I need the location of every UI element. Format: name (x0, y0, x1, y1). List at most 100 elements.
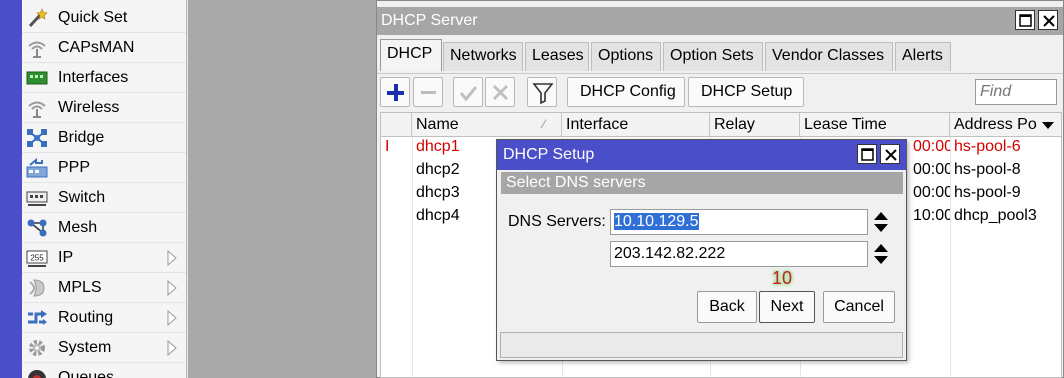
flag-cell (381, 159, 412, 182)
up-down-arrows-icon (874, 212, 888, 232)
submenu-arrow-icon (167, 249, 177, 267)
next-button[interactable]: Next (759, 291, 815, 323)
lease-time-cell: 00:00 (913, 161, 950, 178)
menu-label: IP (58, 249, 74, 266)
main-menu: Quick Set CAPsMAN Interfaces Wireless Br… (22, 0, 187, 378)
tab-dhcp[interactable]: DHCP (380, 39, 442, 71)
menu-item-quick-set[interactable]: Quick Set (22, 3, 186, 33)
sort-indicator-icon: ⁄ (543, 117, 546, 131)
table-header: Name ⁄ Interface Relay Lease Time Addres… (381, 113, 1061, 137)
dhcp-config-button[interactable]: DHCP Config (567, 77, 685, 107)
mesh-icon (26, 218, 48, 238)
close-button[interactable] (1038, 10, 1058, 30)
menu-label: Switch (58, 189, 106, 206)
address-pool-cell: dhcp_pool3 (954, 207, 1037, 224)
find-input[interactable] (975, 79, 1057, 105)
column-relay[interactable]: Relay (710, 113, 800, 137)
check-icon (459, 86, 478, 102)
submenu-arrow-icon (167, 339, 177, 357)
tab-leases[interactable]: Leases (525, 42, 589, 71)
menu-label: MPLS (58, 279, 102, 296)
tab-vendor-classes[interactable]: Vendor Classes (765, 42, 893, 71)
bridge-icon (26, 128, 48, 148)
dhcp-setup-dialog: DHCP Setup Select DNS servers DNS Server… (496, 139, 907, 361)
tab-networks[interactable]: Networks (443, 42, 523, 71)
dns-server-2-value: 203.142.82.222 (614, 245, 726, 262)
dns-server-2-input[interactable]: 203.142.82.222 (610, 241, 868, 267)
menu-item-mpls[interactable]: MPLS (22, 273, 186, 303)
wand-icon (26, 8, 48, 28)
cancel-button[interactable]: Cancel (823, 291, 895, 323)
dropdown-arrow-icon (1042, 122, 1054, 129)
menu-label: CAPsMAN (58, 39, 135, 56)
column-interface[interactable]: Interface (562, 113, 710, 137)
ip-icon: 255 (26, 248, 48, 268)
dns-server-1-input[interactable]: 10.10.129.5 (610, 209, 868, 235)
menu-item-wireless[interactable]: Wireless (22, 93, 186, 123)
dialog-maximize-button[interactable] (857, 144, 877, 164)
dialog-title: DHCP Setup (503, 146, 595, 163)
menu-item-switch[interactable]: Switch (22, 183, 186, 213)
filter-button[interactable] (527, 77, 557, 107)
up-down-arrows-icon (874, 244, 888, 264)
column-menu-button[interactable] (1037, 116, 1059, 134)
menu-label: Quick Set (58, 9, 128, 26)
x-icon (492, 84, 509, 101)
tab-bar: DHCP Networks Leases Options Option Sets… (377, 39, 1063, 71)
menu-label: Routing (58, 309, 114, 326)
lease-time-cell: 00:00 (913, 138, 950, 155)
address-pool-cell: hs-pool-8 (954, 161, 1021, 178)
menu-label: Queues (58, 369, 115, 378)
enable-button[interactable] (453, 77, 483, 107)
switch-icon (26, 188, 48, 208)
dialog-step-heading: Select DNS servers (501, 172, 903, 194)
tab-alerts[interactable]: Alerts (895, 42, 951, 71)
dialog-title-bar[interactable]: DHCP Setup (497, 140, 906, 170)
column-lease-time[interactable]: Lease Time (800, 113, 950, 137)
maximize-icon (1019, 14, 1032, 27)
add-button[interactable] (380, 77, 410, 107)
close-icon (1043, 15, 1055, 27)
window-title-bar[interactable]: DHCP Server (377, 7, 1063, 35)
winbox-side-strip (0, 0, 22, 378)
menu-item-ppp[interactable]: PPP (22, 153, 186, 183)
minus-icon (421, 91, 436, 94)
menu-item-interfaces[interactable]: Interfaces (22, 63, 186, 93)
dialog-close-button[interactable] (880, 144, 900, 164)
step-number-annotation: 10 (771, 268, 793, 288)
plus-icon (387, 84, 404, 101)
menu-item-bridge[interactable]: Bridge (22, 123, 186, 153)
flag-cell: I (385, 138, 390, 155)
column-flag[interactable] (381, 113, 412, 137)
dns-server-2-updown-button[interactable] (872, 241, 890, 267)
wifi-icon (26, 98, 48, 118)
routing-icon (26, 308, 48, 328)
maximize-button[interactable] (1015, 10, 1035, 30)
flag-cell (381, 182, 412, 205)
dhcp-setup-button[interactable]: DHCP Setup (688, 77, 804, 107)
submenu-arrow-icon (167, 309, 177, 327)
toolbar: DHCP Config DHCP Setup (377, 73, 1063, 109)
menu-label: System (58, 339, 112, 356)
lease-time-cell: 10:00 (913, 207, 950, 224)
menu-label: PPP (58, 159, 91, 176)
menu-label: Interfaces (58, 69, 129, 86)
remove-button[interactable] (413, 77, 443, 107)
menu-item-system[interactable]: System (22, 333, 186, 363)
menu-item-capsman[interactable]: CAPsMAN (22, 33, 186, 63)
tab-option-sets[interactable]: Option Sets (663, 42, 763, 71)
tab-options[interactable]: Options (591, 42, 661, 71)
dns-server-1-updown-button[interactable] (872, 209, 890, 235)
disable-button[interactable] (485, 77, 515, 107)
menu-item-ip[interactable]: 255 IP (22, 243, 186, 273)
mpls-icon (26, 278, 48, 298)
gear-icon (26, 338, 48, 358)
window-title: DHCP Server (381, 12, 478, 29)
menu-item-mesh[interactable]: Mesh (22, 213, 186, 243)
back-button[interactable]: Back (697, 291, 757, 323)
column-name[interactable]: Name (412, 113, 562, 137)
submenu-arrow-icon (167, 279, 177, 297)
address-pool-cell: hs-pool-9 (954, 184, 1021, 201)
menu-item-queues[interactable]: Queues (22, 363, 186, 378)
menu-item-routing[interactable]: Routing (22, 303, 186, 333)
